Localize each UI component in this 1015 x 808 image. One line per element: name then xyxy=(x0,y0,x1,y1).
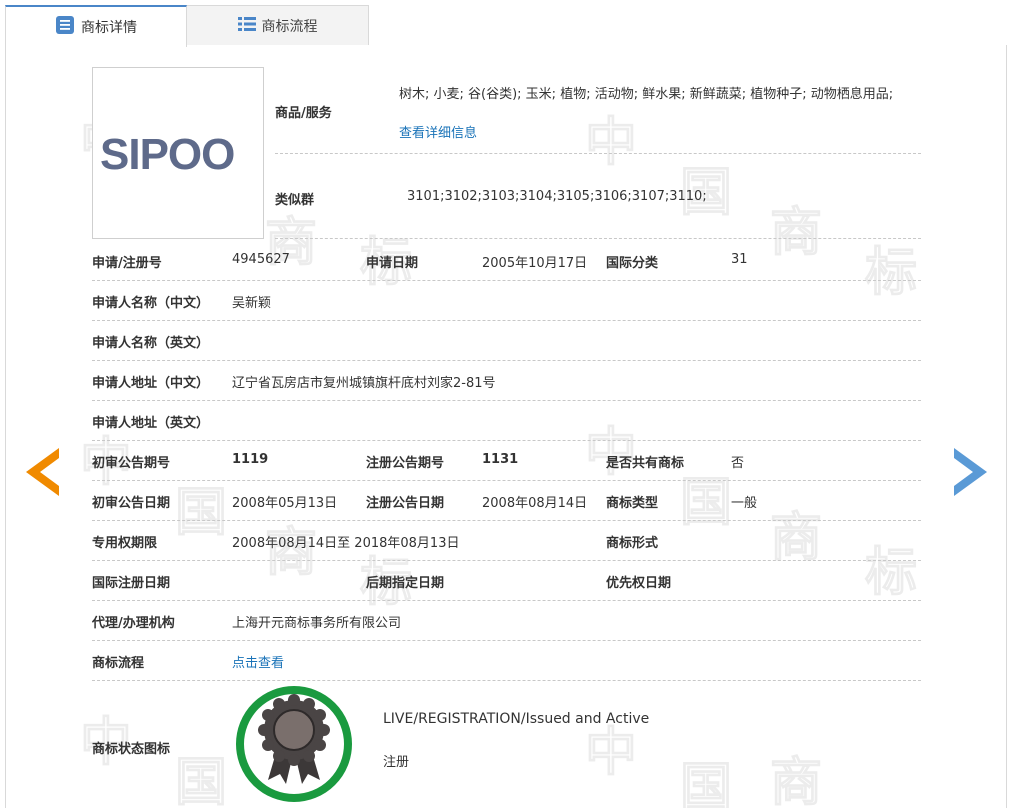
divider xyxy=(92,520,921,521)
shared-value: 否 xyxy=(731,456,745,471)
intl-class-value: 31 xyxy=(731,252,748,267)
trademark-image: SIPOO xyxy=(92,67,264,239)
prelim-date-value: 2008年05月13日 xyxy=(232,496,338,511)
reg-date-label: 注册公告日期 xyxy=(366,496,445,511)
divider xyxy=(275,153,921,154)
intl-class-label: 国际分类 xyxy=(606,256,659,271)
similar-group-label: 类似群 xyxy=(275,193,315,208)
tm-type-value: 一般 xyxy=(731,496,758,511)
previous-arrow-button[interactable] xyxy=(26,448,60,500)
divider xyxy=(92,640,921,641)
status-icon-label: 商标状态图标 xyxy=(92,742,171,757)
chevron-right-icon xyxy=(954,448,987,496)
status-text-en: LIVE/REGISTRATION/Issued and Active xyxy=(383,711,650,727)
prelim-date-label: 初审公告日期 xyxy=(92,496,171,511)
tab-label: 商标流程 xyxy=(261,18,318,35)
similar-group-value: 3101;3102;3103;3104;3105;3106;3107;3110; xyxy=(407,189,707,204)
agent-value: 上海开元商标事务所有限公司 xyxy=(232,616,402,631)
divider xyxy=(92,440,921,441)
reg-no-value: 4945627 xyxy=(232,252,290,267)
divider xyxy=(92,480,921,481)
exclusive-value: 2008年08月14日至 2018年08月13日 xyxy=(232,536,460,551)
exclusive-label: 专用权期限 xyxy=(92,536,158,551)
address-en-label: 申请人地址（英文） xyxy=(92,416,210,431)
reg-issue-value: 1131 xyxy=(482,452,519,467)
process-label: 商标流程 xyxy=(92,656,145,671)
divider xyxy=(92,400,921,401)
shared-label: 是否共有商标 xyxy=(606,456,685,471)
divider xyxy=(92,680,921,681)
later-date-label: 后期指定日期 xyxy=(366,576,445,591)
tab-bar: 商标详情 商标流程 xyxy=(5,5,1007,47)
status-text-cn: 注册 xyxy=(383,755,410,770)
tab-label: 商标详情 xyxy=(81,20,137,36)
next-arrow-button[interactable] xyxy=(954,448,988,500)
prelim-issue-label: 初审公告期号 xyxy=(92,456,171,471)
address-cn-value: 辽宁省瓦房店市复州城镇旗杆底村刘家2-81号 xyxy=(232,376,496,391)
document-list-icon xyxy=(55,15,75,39)
process-view-link[interactable]: 点击查看 xyxy=(232,652,284,671)
divider xyxy=(275,238,921,239)
logo-text: SIPOO xyxy=(100,130,234,179)
goods-label: 商品/服务 xyxy=(275,106,332,121)
list-grid-icon xyxy=(237,16,256,36)
divider xyxy=(92,280,921,281)
tab-trademark-details[interactable]: 商标详情 xyxy=(5,5,187,47)
reg-issue-label: 注册公告期号 xyxy=(366,456,445,471)
reg-date-value: 2008年08月14日 xyxy=(482,496,588,511)
priority-date-label: 优先权日期 xyxy=(606,576,672,591)
reg-no-label: 申请/注册号 xyxy=(92,256,162,271)
goods-value: 树木; 小麦; 谷(谷类); 玉米; 植物; 活动物; 鲜水果; 新鲜蔬菜; 植… xyxy=(399,87,894,102)
applicant-cn-value: 吴新颖 xyxy=(232,296,272,311)
tm-type-label: 商标类型 xyxy=(606,496,659,511)
divider xyxy=(92,560,921,561)
registered-status-icon xyxy=(234,684,354,804)
prelim-issue-value: 1119 xyxy=(232,452,269,467)
intl-reg-label: 国际注册日期 xyxy=(92,576,171,591)
address-cn-label: 申请人地址（中文） xyxy=(92,376,210,391)
tm-form-label: 商标形式 xyxy=(606,536,659,551)
trademark-logo: SIPOO xyxy=(100,130,235,179)
agent-label: 代理/办理机构 xyxy=(92,616,175,631)
divider xyxy=(92,360,921,361)
divider xyxy=(92,600,921,601)
app-date-value: 2005年10月17日 xyxy=(482,256,588,271)
chevron-left-icon xyxy=(26,448,59,496)
applicant-cn-label: 申请人名称（中文） xyxy=(92,296,210,311)
app-date-label: 申请日期 xyxy=(366,256,419,271)
tab-trademark-process[interactable]: 商标流程 xyxy=(187,5,369,45)
divider xyxy=(92,320,921,321)
goods-detail-link[interactable]: 查看详细信息 xyxy=(399,122,477,141)
applicant-en-label: 申请人名称（英文） xyxy=(92,336,210,351)
